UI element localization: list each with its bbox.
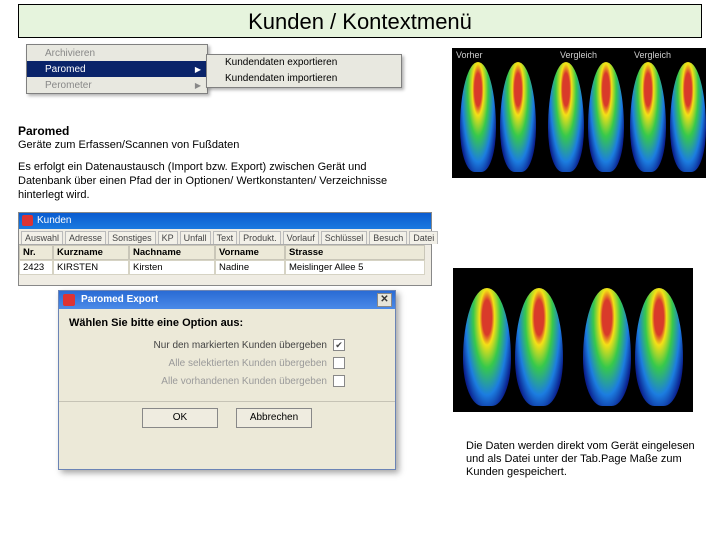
tab[interactable]: Sonstiges <box>108 231 156 244</box>
cell-kurzname[interactable]: KIRSTEN <box>53 260 129 275</box>
col-header-kurzname[interactable]: Kurzname <box>53 245 129 260</box>
tab[interactable]: Adresse <box>65 231 106 244</box>
menu-item-paromed[interactable]: Paromed▶ <box>27 61 207 77</box>
scan-label: Vergleich <box>634 50 671 60</box>
option-marked-customer[interactable]: Nur den markierten Kunden übergeben ✔ <box>69 339 345 351</box>
tab[interactable]: KP <box>158 231 178 244</box>
window-kunden: Kunden Auswahl Adresse Sonstiges KP Unfa… <box>18 212 432 286</box>
dialog-title-text: Paromed Export <box>81 294 158 305</box>
heading-paromed: Paromed <box>18 124 416 138</box>
checkbox-icon[interactable]: ✔ <box>333 339 345 351</box>
context-menu[interactable]: Archivieren Paromed▶ Perometer▶ <box>26 44 208 94</box>
option-label: Nur den markierten Kunden übergeben <box>154 340 327 351</box>
close-button[interactable]: ✕ <box>377 293 392 307</box>
cell-vorname[interactable]: Nadine <box>215 260 285 275</box>
tab[interactable]: Produkt. <box>239 231 281 244</box>
cancel-button[interactable]: Abbrechen <box>236 408 312 428</box>
col-header-nachname[interactable]: Nachname <box>129 245 215 260</box>
dialog-titlebar: Paromed Export ✕ <box>59 291 395 309</box>
window-kunden-titlebar: Kunden <box>19 213 431 229</box>
kunden-table: Nr. Kurzname Nachname Vorname Strasse 24… <box>19 244 431 275</box>
option-label: Alle vorhandenen Kunden übergeben <box>161 376 327 387</box>
option-selected-customers[interactable]: Alle selektierten Kunden übergeben <box>69 357 345 369</box>
scan-label: Vorher <box>456 50 483 60</box>
paragraph-footer: Die Daten werden direkt vom Gerät eingel… <box>466 440 698 479</box>
col-header-strasse[interactable]: Strasse <box>285 245 425 260</box>
cell-strasse[interactable]: Meislinger Allee 5 <box>285 260 425 275</box>
option-label: Alle selektierten Kunden übergeben <box>169 358 327 369</box>
subheading-paromed: Geräte zum Erfassen/Scannen von Fußdaten <box>18 138 416 152</box>
tab[interactable]: Schlüssel <box>321 231 368 244</box>
col-header-vorname[interactable]: Vorname <box>215 245 285 260</box>
chevron-right-icon: ▶ <box>195 65 201 74</box>
paragraph-datenaustausch: Es erfolgt ein Datenaustausch (Import bz… <box>18 160 408 202</box>
foot-scan-image-top: Vorher Vergleich Vergleich <box>450 46 708 180</box>
submenu-item-import[interactable]: Kundendaten importieren <box>207 71 401 87</box>
tab[interactable]: Auswahl <box>21 231 63 244</box>
tab[interactable]: Text <box>213 231 238 244</box>
context-submenu[interactable]: Kundendaten exportieren Kundendaten impo… <box>206 54 402 88</box>
page-title: Kunden / Kontextmenü <box>18 4 702 38</box>
option-all-customers[interactable]: Alle vorhandenen Kunden übergeben <box>69 375 345 387</box>
tab[interactable]: Vorlauf <box>283 231 319 244</box>
col-header-nr[interactable]: Nr. <box>19 245 53 260</box>
foot-scan-image-bottom <box>451 266 695 414</box>
chevron-right-icon: ▶ <box>195 81 201 90</box>
submenu-item-export[interactable]: Kundendaten exportieren <box>207 55 401 71</box>
ok-button[interactable]: OK <box>142 408 218 428</box>
dialog-header: Wählen Sie bitte eine Option aus: <box>69 317 385 329</box>
menu-item-perometer[interactable]: Perometer▶ <box>27 77 207 93</box>
cell-nachname[interactable]: Kirsten <box>129 260 215 275</box>
tabs-kunden[interactable]: Auswahl Adresse Sonstiges KP Unfall Text… <box>19 229 431 244</box>
tab[interactable]: Unfall <box>180 231 211 244</box>
tab[interactable]: Datei <box>409 231 438 244</box>
dialog-paromed-export: Paromed Export ✕ Wählen Sie bitte eine O… <box>58 290 396 470</box>
tab[interactable]: Besuch <box>369 231 407 244</box>
scan-label: Vergleich <box>560 50 597 60</box>
checkbox-icon[interactable] <box>333 357 345 369</box>
menu-item-archivieren[interactable]: Archivieren <box>27 45 207 61</box>
cell-nr[interactable]: 2423 <box>19 260 53 275</box>
checkbox-icon[interactable] <box>333 375 345 387</box>
